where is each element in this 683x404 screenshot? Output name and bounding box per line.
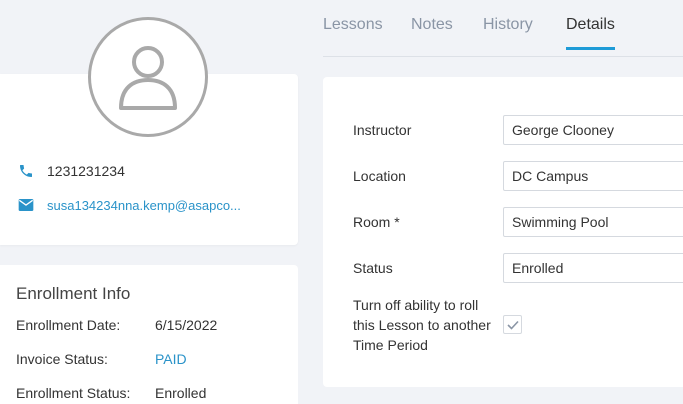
enrollment-status-label: Enrollment Status: xyxy=(16,385,131,401)
status-field[interactable]: Enrolled xyxy=(503,253,683,283)
enrollment-date-label: Enrollment Date: xyxy=(16,317,121,333)
tab-bar: Lessons Notes History Details xyxy=(323,0,683,57)
instructor-field[interactable]: George Clooney xyxy=(503,115,683,145)
enrollment-info-title: Enrollment Info xyxy=(16,284,131,303)
invoice-status-value[interactable]: PAID xyxy=(155,351,187,367)
checkmark-icon xyxy=(506,320,519,330)
user-avatar-icon[interactable] xyxy=(88,17,208,137)
phone-row[interactable]: 1231231234 xyxy=(17,162,125,180)
details-card: Instructor George Clooney Location DC Ca… xyxy=(323,77,683,387)
enrollment-info-card: Enrollment Info Enrollment Date: 6/15/20… xyxy=(0,265,298,404)
invoice-status-row: Invoice Status: PAID xyxy=(16,351,187,367)
tab-lessons[interactable]: Lessons xyxy=(323,16,383,49)
invoice-status-label: Invoice Status: xyxy=(16,351,108,367)
email-link[interactable]: susa134234nna.kemp@asapco... xyxy=(47,198,241,213)
enrollment-status-value: Enrolled xyxy=(155,385,207,401)
room-label: Room * xyxy=(353,214,400,230)
room-field[interactable]: Swimming Pool xyxy=(503,207,683,237)
enrollment-status-row: Enrollment Status: Enrolled xyxy=(16,385,206,401)
tab-notes[interactable]: Notes xyxy=(411,16,453,49)
status-label: Status xyxy=(353,260,393,276)
location-label: Location xyxy=(353,168,406,184)
tab-details[interactable]: Details xyxy=(566,16,615,50)
roll-lesson-checkbox[interactable] xyxy=(503,315,522,334)
email-row[interactable]: susa134234nna.kemp@asapco... xyxy=(17,196,241,214)
phone-icon xyxy=(17,162,35,180)
phone-number: 1231231234 xyxy=(47,163,125,179)
roll-lesson-checkbox-label: Turn off ability to roll this Lesson to … xyxy=(353,297,491,353)
instructor-label: Instructor xyxy=(353,122,412,138)
enrollment-date-value: 6/15/2022 xyxy=(155,317,218,333)
tab-history[interactable]: History xyxy=(483,16,533,49)
location-field[interactable]: DC Campus xyxy=(503,161,683,191)
enrollment-date-row: Enrollment Date: 6/15/2022 xyxy=(16,317,217,333)
email-icon xyxy=(17,196,35,214)
